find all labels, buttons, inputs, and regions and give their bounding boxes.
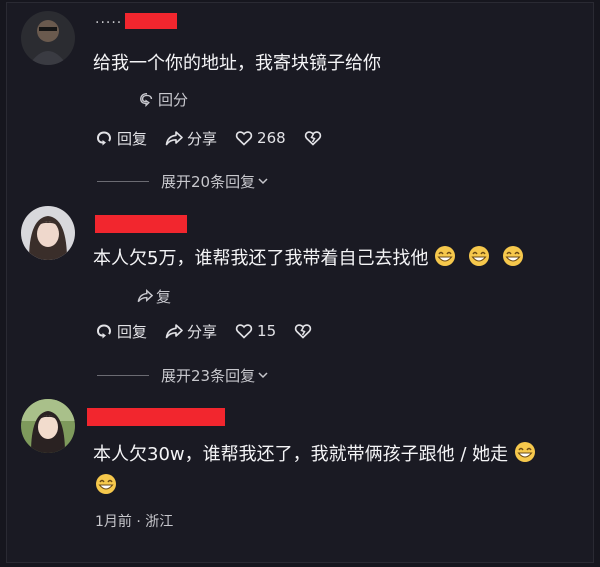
chevron-down-icon	[258, 178, 268, 185]
comment-text: 本人欠30w，谁帮我还了，我就带俩孩子跟他 / 她走	[93, 439, 583, 503]
share-icon	[165, 131, 183, 146]
reply-icon	[140, 92, 153, 107]
share-button[interactable]: 分享	[165, 321, 217, 342]
expand-replies-label: 展开20条回复	[161, 172, 256, 191]
like-button[interactable]: 268	[235, 129, 286, 147]
like-heart-icon	[235, 324, 253, 339]
chevron-down-icon	[258, 372, 268, 379]
expand-replies[interactable]: 展开23条回复	[97, 365, 269, 385]
comment-meta: 1月前 · 浙江	[95, 514, 174, 530]
username-redaction	[95, 215, 187, 233]
comment-list: ····· 给我一个你的地址，我寄块镜子给你 回分 回复 分享 268 展开20…	[6, 2, 594, 563]
comment-text-content: 本人欠5万，谁帮我还了我带着自己去找他	[93, 248, 429, 269]
reply-preview[interactable]: 复	[137, 286, 171, 307]
username-redaction	[125, 13, 177, 29]
reply-icon	[97, 131, 111, 146]
reply-label: 回复	[117, 322, 148, 341]
reply-preview[interactable]: 回分	[139, 89, 188, 110]
comment-actions: 回复 分享 268	[95, 127, 344, 149]
reply-label: 回复	[117, 129, 148, 148]
reply-button[interactable]: 回复	[95, 321, 147, 342]
avatar[interactable]	[21, 399, 75, 453]
comment-actions: 回复 分享 15	[95, 320, 334, 342]
like-count: 15	[257, 322, 277, 340]
comment-text: 本人欠5万，谁帮我还了我带着自己去找他	[93, 244, 577, 274]
like-button[interactable]: 15	[235, 322, 276, 340]
reply-preview-label: 复	[156, 288, 172, 306]
avatar[interactable]	[21, 206, 75, 260]
grin-emoji-icon	[434, 245, 456, 267]
avatar[interactable]	[21, 11, 75, 65]
like-count: 268	[257, 129, 286, 147]
share-label: 分享	[187, 322, 218, 341]
share-button[interactable]: 分享	[165, 128, 217, 149]
dislike-broken-heart-icon	[304, 131, 321, 146]
grin-emoji-icon	[514, 441, 536, 463]
reply-icon	[137, 289, 153, 303]
expand-replies[interactable]: 展开20条回复	[97, 171, 269, 191]
grin-emoji-icon	[468, 245, 490, 267]
reply-preview-label: 回分	[158, 91, 189, 109]
grin-emoji-icon	[502, 245, 524, 267]
reply-button[interactable]: 回复	[95, 128, 147, 149]
comment-text: 给我一个你的地址，我寄块镜子给你	[93, 53, 381, 74]
share-label: 分享	[187, 129, 218, 148]
share-icon	[165, 324, 183, 339]
divider	[97, 180, 149, 182]
username-redaction	[87, 408, 225, 426]
dislike-button[interactable]	[304, 129, 326, 147]
like-heart-icon	[235, 131, 253, 146]
comment-text-content: 本人欠30w，谁帮我还了，我就带俩孩子跟他 / 她走	[93, 444, 509, 465]
dislike-broken-heart-icon	[294, 324, 312, 339]
username-partial[interactable]: ·····	[95, 15, 122, 31]
grin-emoji-icon	[95, 473, 117, 495]
divider	[97, 374, 149, 376]
dislike-button[interactable]	[294, 322, 316, 340]
reply-icon	[97, 324, 111, 339]
expand-replies-label: 展开23条回复	[161, 366, 256, 385]
